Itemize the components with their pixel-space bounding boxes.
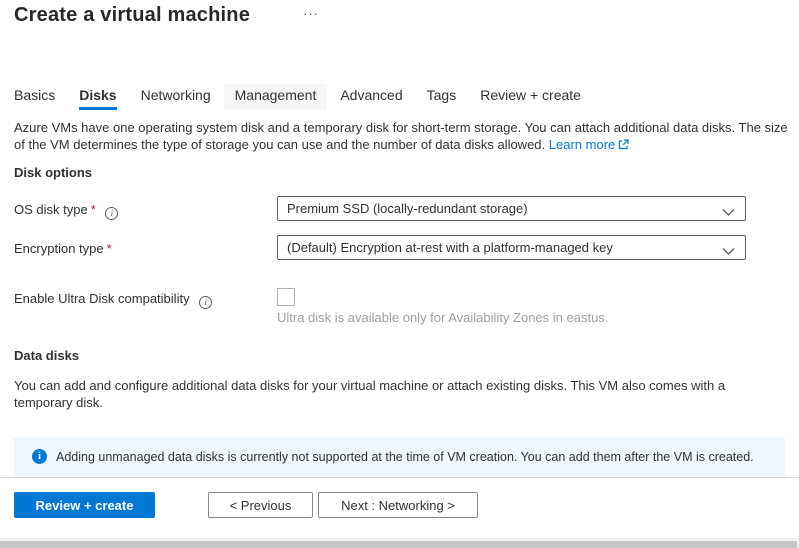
external-link-icon [618, 137, 629, 154]
learn-more-link[interactable]: Learn more [549, 137, 629, 152]
os-disk-type-value: Premium SSD (locally-redundant storage) [287, 201, 528, 216]
data-disks-heading: Data disks [14, 348, 79, 363]
review-create-button[interactable]: Review + create [14, 492, 155, 518]
page-title: Create a virtual machine [14, 4, 250, 27]
more-options-icon[interactable]: ··· [303, 6, 319, 21]
tab-basics[interactable]: Basics [14, 84, 55, 110]
os-disk-type-label: OS disk type* i [14, 202, 118, 220]
tab-networking[interactable]: Networking [141, 84, 211, 110]
encryption-type-dropdown[interactable]: (Default) Encryption at-rest with a plat… [277, 235, 746, 260]
encryption-type-value: (Default) Encryption at-rest with a plat… [287, 240, 613, 255]
chevron-down-icon [722, 205, 735, 220]
wizard-tabs: Basics Disks Networking Management Advan… [14, 84, 581, 110]
info-icon[interactable]: i [105, 207, 118, 220]
intro-text: Azure VMs have one operating system disk… [14, 120, 788, 152]
create-vm-page: Create a virtual machine ··· Basics Disk… [0, 0, 799, 548]
horizontal-scrollbar[interactable] [0, 538, 799, 548]
encryption-type-label: Encryption type* [14, 241, 112, 256]
required-asterisk: * [91, 202, 96, 217]
required-asterisk: * [107, 241, 112, 256]
ultra-disk-helper-text: Ultra disk is available only for Availab… [277, 310, 608, 325]
tab-tags[interactable]: Tags [427, 84, 457, 110]
previous-button[interactable]: < Previous [208, 492, 313, 518]
disk-options-heading: Disk options [14, 165, 92, 180]
intro-paragraph: Azure VMs have one operating system disk… [14, 119, 788, 154]
info-banner-text: Adding unmanaged data disks is currently… [56, 449, 761, 466]
os-disk-type-dropdown[interactable]: Premium SSD (locally-redundant storage) [277, 196, 746, 221]
info-banner: i Adding unmanaged data disks is current… [14, 438, 785, 477]
data-disks-description: You can add and configure additional dat… [14, 377, 762, 411]
next-networking-button[interactable]: Next : Networking > [318, 492, 478, 518]
footer-bar: Review + create < Previous Next : Networ… [0, 478, 799, 538]
ultra-disk-checkbox[interactable] [277, 288, 295, 306]
tab-management[interactable]: Management [224, 84, 328, 110]
tab-review-create[interactable]: Review + create [480, 84, 581, 110]
chevron-down-icon [722, 244, 735, 259]
info-filled-icon: i [32, 449, 47, 464]
tab-disks[interactable]: Disks [79, 84, 116, 110]
info-icon[interactable]: i [199, 296, 212, 309]
ultra-disk-label: Enable Ultra Disk compatibility i [14, 291, 212, 309]
scrollbar-thumb[interactable] [0, 541, 797, 548]
tab-advanced[interactable]: Advanced [340, 84, 402, 110]
